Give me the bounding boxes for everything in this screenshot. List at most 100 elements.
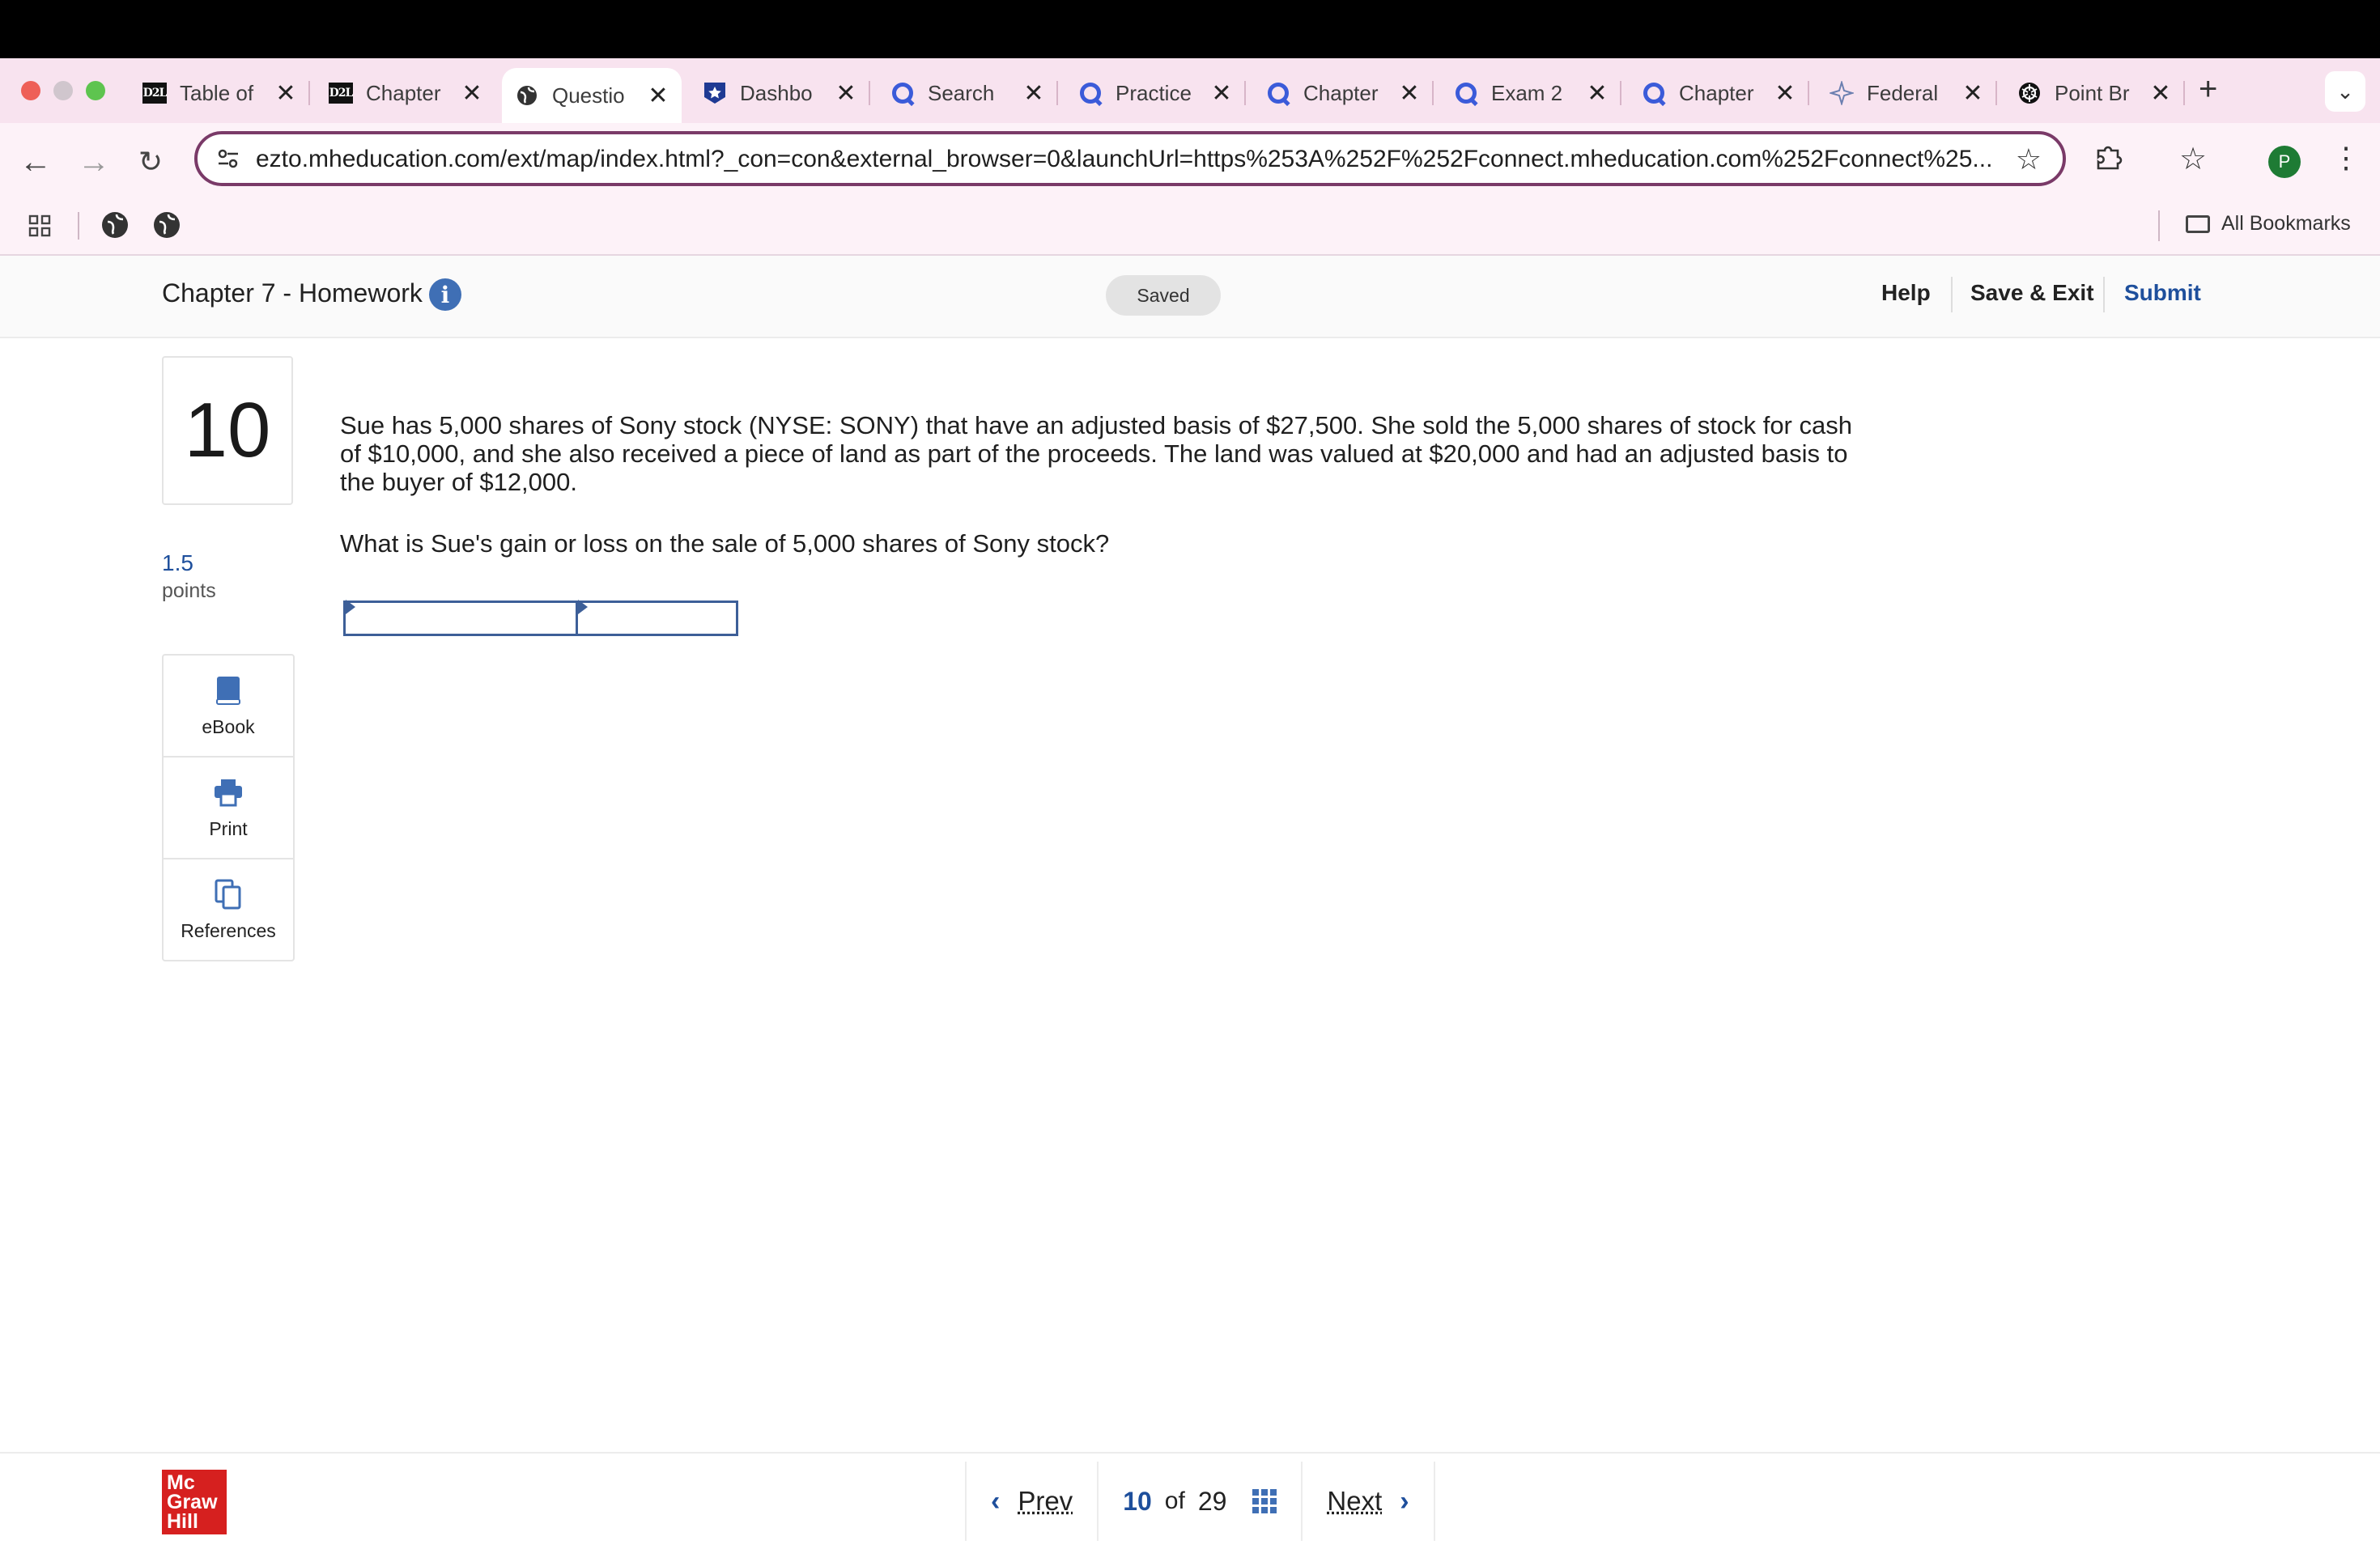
current-question: 10 bbox=[1123, 1487, 1152, 1517]
browser-tab[interactable]: Chapter ✕ bbox=[1629, 68, 1808, 118]
close-icon[interactable]: ✕ bbox=[1961, 79, 1985, 108]
close-icon[interactable]: ✕ bbox=[274, 79, 298, 108]
bookmarks-bar: All Bookmarks bbox=[0, 201, 2380, 256]
apps-grid-icon[interactable] bbox=[28, 214, 52, 238]
quizlet-icon bbox=[1454, 81, 1478, 105]
all-bookmarks-button[interactable]: All Bookmarks bbox=[2186, 212, 2351, 236]
address-bar[interactable]: ezto.mheducation.com/ext/map/index.html?… bbox=[194, 131, 2066, 186]
references-button[interactable]: References bbox=[164, 859, 293, 960]
of-label: of bbox=[1165, 1487, 1185, 1515]
browser-tab[interactable]: Practice ✕ bbox=[1065, 68, 1245, 118]
quizlet-icon bbox=[1266, 81, 1290, 105]
close-icon[interactable]: ✕ bbox=[1585, 79, 1609, 108]
help-button[interactable]: Help bbox=[1881, 280, 1931, 306]
tab-label: Practice bbox=[1116, 81, 1209, 106]
close-icon[interactable]: ✕ bbox=[834, 79, 858, 108]
grid-icon bbox=[1252, 1489, 1277, 1513]
question-map-button[interactable]: 10 of 29 bbox=[1097, 1462, 1301, 1541]
reload-button[interactable]: ↻ bbox=[128, 139, 173, 185]
browser-tab[interactable]: Search ✕ bbox=[878, 68, 1057, 118]
globe-icon[interactable] bbox=[154, 212, 180, 238]
submit-button[interactable]: Submit bbox=[2124, 280, 2201, 306]
assignment-title: Chapter 7 - Homework bbox=[162, 278, 423, 308]
browser-tab[interactable]: D2L Table of ✕ bbox=[130, 68, 309, 118]
references-label: References bbox=[181, 920, 276, 942]
ebook-button[interactable]: eBook bbox=[164, 656, 293, 758]
maximize-window-button[interactable] bbox=[86, 81, 105, 100]
question-tools: eBook Print References bbox=[162, 654, 295, 961]
close-icon[interactable]: ✕ bbox=[1773, 79, 1797, 108]
minimize-window-button[interactable] bbox=[53, 81, 73, 100]
total-questions: 29 bbox=[1198, 1487, 1227, 1517]
tab-label: Chapter bbox=[1303, 81, 1397, 106]
quizlet-icon bbox=[1642, 81, 1666, 105]
profile-avatar[interactable]: P bbox=[2268, 146, 2301, 178]
close-icon[interactable]: ✕ bbox=[2148, 79, 2173, 108]
browser-tab-active[interactable]: Questio ✕ bbox=[502, 68, 682, 123]
print-label: Print bbox=[209, 818, 247, 840]
answer-label-dropdown[interactable] bbox=[343, 601, 578, 636]
d2l-icon: D2L bbox=[329, 81, 353, 105]
answer-table bbox=[343, 601, 738, 636]
window-top-band bbox=[0, 0, 2380, 58]
points-value: 1.5 bbox=[162, 550, 193, 576]
mcgraw-hill-logo: Mc Graw Hill bbox=[162, 1470, 227, 1534]
chevron-right-icon: › bbox=[1400, 1486, 1409, 1517]
saved-status-badge: Saved bbox=[1106, 275, 1221, 316]
browser-tab[interactable]: Dashbo ✕ bbox=[690, 68, 869, 118]
browser-tab[interactable]: Federal ✕ bbox=[1817, 68, 1996, 118]
flag-icon bbox=[578, 600, 588, 614]
prev-button[interactable]: ‹ Prev bbox=[967, 1462, 1097, 1541]
footer: Mc Graw Hill ‹ Prev 10 of 29 Next › bbox=[0, 1452, 2380, 1549]
browser-tab[interactable]: Exam 2 ✕ bbox=[1441, 68, 1621, 118]
close-icon[interactable]: ✕ bbox=[460, 79, 484, 108]
answer-amount-input[interactable] bbox=[578, 601, 738, 636]
close-icon[interactable]: ✕ bbox=[1209, 79, 1234, 108]
folder-icon bbox=[2186, 215, 2210, 233]
extensions-icon[interactable] bbox=[2093, 141, 2124, 180]
points-label: points bbox=[162, 579, 216, 603]
copy-documents-icon bbox=[212, 878, 244, 910]
tab-label: Dashbo bbox=[740, 81, 834, 106]
tab-label: Chapter bbox=[366, 81, 460, 106]
tab-label: Search bbox=[928, 81, 1022, 106]
assignment-header: Chapter 7 - Homework i Saved Help Save &… bbox=[0, 256, 2380, 338]
browser-tab[interactable]: Chapter ✕ bbox=[1253, 68, 1433, 118]
ebook-label: eBook bbox=[202, 716, 254, 738]
reading-list-icon[interactable]: ☆ bbox=[2179, 141, 2207, 177]
browser-toolbar: ← → ↻ ezto.mheducation.com/ext/map/index… bbox=[0, 123, 2380, 201]
site-settings-icon[interactable] bbox=[215, 146, 243, 173]
quizlet-icon bbox=[1078, 81, 1103, 105]
menu-icon[interactable]: ⋮ bbox=[2331, 141, 2361, 175]
star-badge-icon bbox=[703, 81, 727, 105]
tab-label: Questio bbox=[552, 83, 646, 108]
tab-label: Exam 2 bbox=[1491, 81, 1585, 106]
globe-icon[interactable] bbox=[102, 212, 128, 238]
print-button[interactable]: Print bbox=[164, 758, 293, 859]
browser-tab[interactable]: Point Br ✕ bbox=[2004, 68, 2184, 118]
info-icon[interactable]: i bbox=[429, 278, 461, 311]
d2l-icon: D2L bbox=[142, 81, 167, 105]
bookmark-star-icon[interactable]: ☆ bbox=[2016, 142, 2042, 176]
tab-label: Federal bbox=[1867, 81, 1961, 106]
new-tab-button[interactable]: + bbox=[2199, 71, 2217, 108]
close-icon[interactable]: ✕ bbox=[1022, 79, 1046, 108]
all-bookmarks-label: All Bookmarks bbox=[2221, 212, 2351, 236]
tab-label: Chapter bbox=[1679, 81, 1773, 106]
question-number: 10 bbox=[162, 356, 293, 505]
globe-icon bbox=[515, 83, 539, 108]
tab-search-button[interactable]: ⌄ bbox=[2325, 71, 2365, 112]
openai-icon bbox=[2017, 81, 2042, 105]
browser-tab[interactable]: D2L Chapter ✕ bbox=[316, 68, 495, 118]
next-button[interactable]: Next › bbox=[1301, 1462, 1433, 1541]
close-icon[interactable]: ✕ bbox=[646, 82, 670, 110]
tab-strip: D2L Table of ✕ D2L Chapter ✕ Questio ✕ D… bbox=[0, 58, 2380, 123]
question-text: Sue has 5,000 shares of Sony stock (NYSE… bbox=[340, 411, 1878, 496]
close-icon[interactable]: ✕ bbox=[1397, 79, 1422, 108]
close-window-button[interactable] bbox=[21, 81, 40, 100]
flag-icon bbox=[346, 600, 355, 614]
back-button[interactable]: ← bbox=[13, 139, 58, 185]
chevron-left-icon: ‹ bbox=[991, 1486, 1000, 1517]
save-exit-button[interactable]: Save & Exit bbox=[1970, 280, 2094, 306]
forward-button[interactable]: → bbox=[71, 139, 117, 185]
